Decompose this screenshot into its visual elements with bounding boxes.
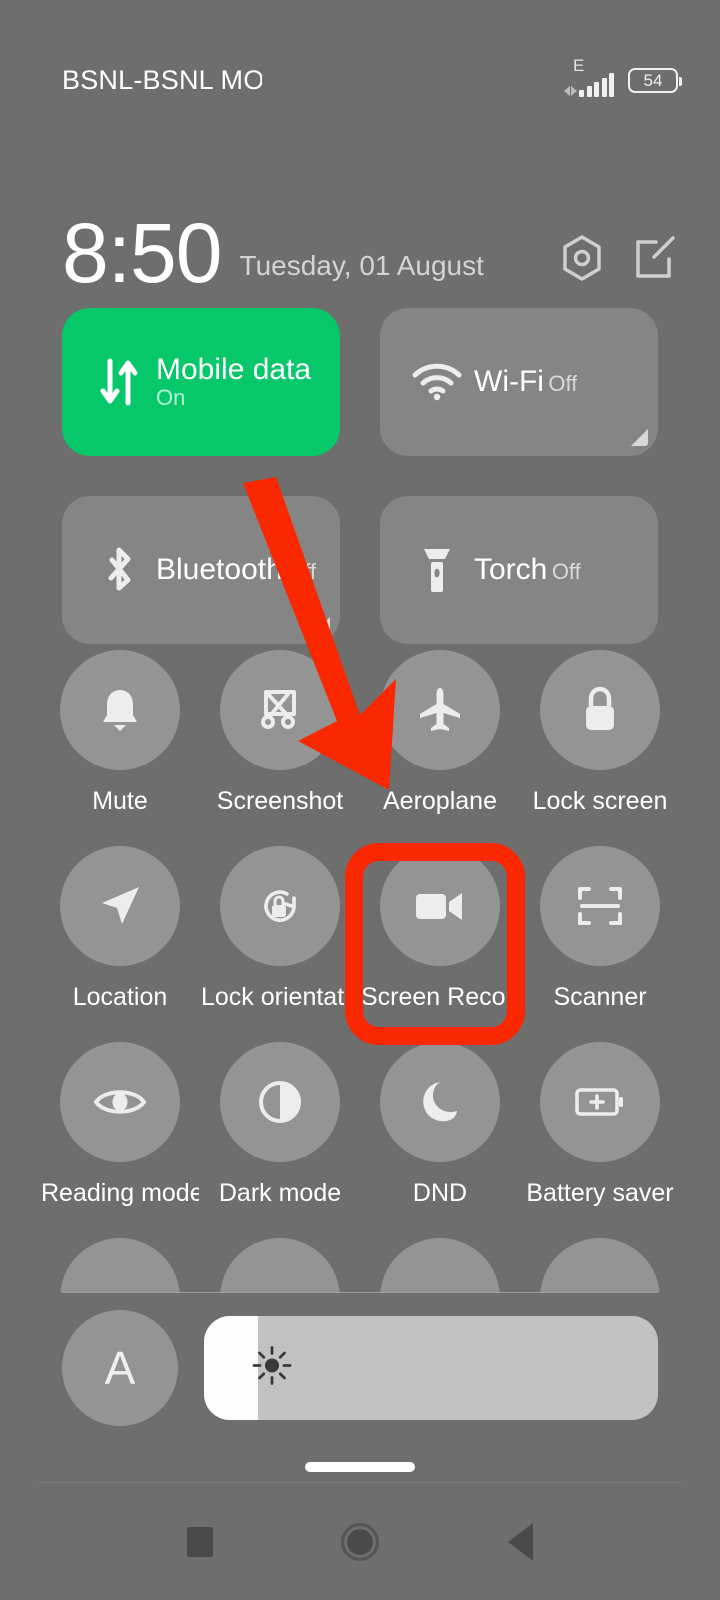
toggle-partial-1[interactable] — [40, 1238, 200, 1292]
toggle-label: Dark mode — [218, 1181, 342, 1206]
brightness-row: A — [62, 1308, 658, 1428]
toggle-location[interactable]: Location — [40, 846, 200, 1042]
auto-brightness-button[interactable]: A — [62, 1310, 178, 1426]
tile-state: Off — [287, 559, 317, 585]
toggle-reading-mode[interactable]: Reading mode — [40, 1042, 200, 1238]
toggle-dnd[interactable]: DND — [360, 1042, 520, 1238]
partial-row-icon — [540, 1238, 660, 1292]
toggle-lock-screen[interactable]: Lock screen — [520, 650, 680, 846]
screenshot-icon — [220, 650, 340, 770]
tile-label: Bluetooth — [156, 554, 283, 586]
signal-indicator: E — [564, 57, 614, 97]
toggle-label: Screenshot — [216, 789, 344, 814]
aeroplane-icon — [380, 650, 500, 770]
brightness-slider[interactable] — [204, 1316, 658, 1420]
toggle-label: DND — [412, 1181, 468, 1206]
toggle-label: Lock orientation — [201, 985, 359, 1010]
tile-label: Wi-Fi — [474, 366, 544, 398]
tile-wifi[interactable]: Wi-Fi Off — [380, 308, 658, 456]
partial-row-icon — [60, 1238, 180, 1292]
partial-row-icon — [220, 1238, 340, 1292]
bluetooth-icon — [88, 542, 150, 598]
tile-state: Off — [551, 559, 581, 585]
clock-time[interactable]: 8:50 — [62, 211, 222, 295]
toggle-partial-3[interactable] — [360, 1238, 520, 1292]
tile-bluetooth[interactable]: Bluetooth Off — [62, 496, 340, 644]
panel-divider — [62, 1292, 658, 1293]
toggle-label: Mute — [92, 789, 148, 814]
toggle-label: Aeroplane — [383, 789, 497, 814]
battery-icon: 54 — [628, 67, 682, 93]
toggle-mute[interactable]: Mute — [40, 650, 200, 846]
quick-settings-panel: BSNL-BSNL MOBILE E 54 8:50 Tuesday, 01 A… — [0, 0, 720, 1600]
tile-state: Off — [548, 371, 578, 397]
scanner-frame-icon — [540, 846, 660, 966]
status-bar: BSNL-BSNL MOBILE E 54 — [0, 0, 720, 160]
toggle-label: Battery saver — [526, 1181, 674, 1206]
expand-corner-icon[interactable] — [313, 617, 330, 634]
clock-row: 8:50 Tuesday, 01 August — [0, 178, 720, 295]
lock-icon — [540, 650, 660, 770]
signal-bars-icon — [579, 73, 614, 97]
clock-date[interactable]: Tuesday, 01 August — [240, 252, 484, 288]
toggle-lock-orientation[interactable]: Lock orientation — [200, 846, 360, 1042]
tile-label: Mobile data — [156, 354, 312, 387]
brightness-sun-icon — [250, 1344, 294, 1393]
status-icons: E 54 — [564, 57, 682, 97]
battery-percent-label: 54 — [643, 70, 663, 90]
recents-button[interactable] — [165, 1507, 235, 1577]
back-button[interactable] — [485, 1507, 555, 1577]
battery-plus-icon — [540, 1042, 660, 1162]
tile-torch[interactable]: Torch Off — [380, 496, 658, 644]
moon-icon — [380, 1042, 500, 1162]
tile-label: Torch — [474, 554, 548, 586]
edit-pencil-icon[interactable] — [634, 235, 678, 281]
tile-mobile-data[interactable]: Mobile data On — [62, 308, 340, 456]
header-actions — [560, 234, 678, 288]
primary-tiles: Mobile data On Wi-Fi Off Bluetooth Off T… — [62, 308, 658, 644]
eye-icon — [60, 1042, 180, 1162]
toggle-dark-mode[interactable]: Dark mode — [200, 1042, 360, 1238]
toggle-aeroplane[interactable]: Aeroplane — [360, 650, 520, 846]
home-button[interactable] — [325, 1507, 395, 1577]
annotation-highlight-box — [345, 843, 525, 1045]
location-arrow-icon — [60, 846, 180, 966]
torch-icon — [406, 543, 468, 597]
toggle-label: Lock screen — [532, 789, 668, 814]
tile-state: On — [156, 384, 186, 410]
panel-drag-handle[interactable] — [305, 1462, 415, 1472]
toggle-label: Reading mode — [41, 1181, 199, 1206]
toggle-scanner[interactable]: Scanner — [520, 846, 680, 1042]
expand-corner-icon[interactable] — [631, 429, 648, 446]
toggle-label: Location — [72, 985, 168, 1010]
carrier-label: BSNL-BSNL MOBILE — [62, 66, 262, 94]
toggle-partial-4[interactable] — [520, 1238, 680, 1292]
settings-hexagon-icon[interactable] — [560, 234, 604, 282]
rotation-lock-icon — [220, 846, 340, 966]
toggle-partial-2[interactable] — [200, 1238, 360, 1292]
wifi-icon — [406, 362, 468, 402]
bell-icon — [60, 650, 180, 770]
toggle-battery-saver[interactable]: Battery saver — [520, 1042, 680, 1238]
network-type-label: E — [573, 56, 585, 75]
mobile-data-icon — [88, 355, 150, 409]
toggle-label: Scanner — [553, 985, 647, 1010]
data-activity-icon — [564, 86, 577, 96]
partial-row-icon — [380, 1238, 500, 1292]
navigation-bar — [0, 1483, 720, 1600]
contrast-icon — [220, 1042, 340, 1162]
toggle-screenshot[interactable]: Screenshot — [200, 650, 360, 846]
